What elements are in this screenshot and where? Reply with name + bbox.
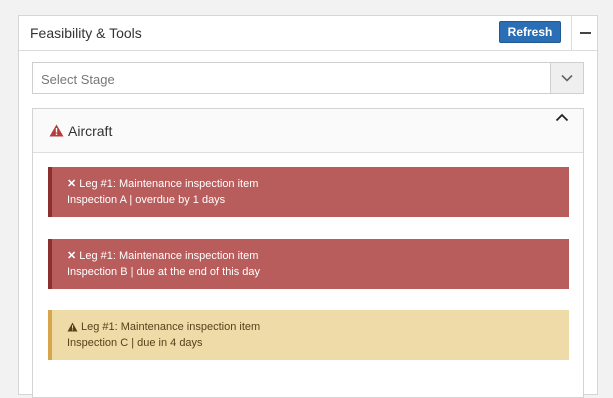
chevron-down-icon — [561, 74, 573, 82]
aircraft-section-header[interactable]: Aircraft — [33, 109, 583, 153]
panel-title: Feasibility & Tools — [30, 25, 142, 41]
collapse-panel-button[interactable] — [572, 16, 598, 50]
feasibility-tools-panel: Feasibility & Tools Refresh Select Stage… — [18, 15, 598, 398]
alert-title: Leg #1: Maintenance inspection item — [79, 250, 259, 262]
stage-select-placeholder: Select Stage — [41, 72, 115, 87]
alert-item: ✕ Leg #1: Maintenance inspection item In… — [48, 167, 569, 217]
alert-title: Leg #1: Maintenance inspection item — [79, 178, 259, 190]
aircraft-title: Aircraft — [68, 123, 113, 139]
alert-item: ✕ Leg #1: Maintenance inspection item In… — [48, 239, 569, 289]
alert-title: Leg #1: Maintenance inspection item — [81, 321, 261, 333]
x-icon: ✕ — [67, 250, 77, 262]
alert-detail: Inspection C | due in 4 days — [67, 337, 203, 349]
minus-icon — [579, 32, 591, 34]
stage-select[interactable]: Select Stage — [32, 62, 584, 94]
chevron-up-icon[interactable] — [555, 113, 569, 122]
warning-triangle-icon — [67, 322, 78, 332]
alert-item: Leg #1: Maintenance inspection item Insp… — [48, 310, 569, 360]
alert-detail: Inspection A | overdue by 1 days — [67, 194, 226, 206]
warning-triangle-icon — [49, 124, 64, 137]
panel-header: Feasibility & Tools Refresh — [19, 16, 597, 51]
x-icon: ✕ — [67, 178, 77, 190]
stage-select-toggle[interactable] — [550, 63, 583, 93]
refresh-button[interactable]: Refresh — [499, 21, 561, 43]
aircraft-section: Aircraft ✕ Leg #1: Maintenance inspectio… — [32, 108, 584, 398]
alert-detail: Inspection B | due at the end of this da… — [67, 266, 261, 278]
